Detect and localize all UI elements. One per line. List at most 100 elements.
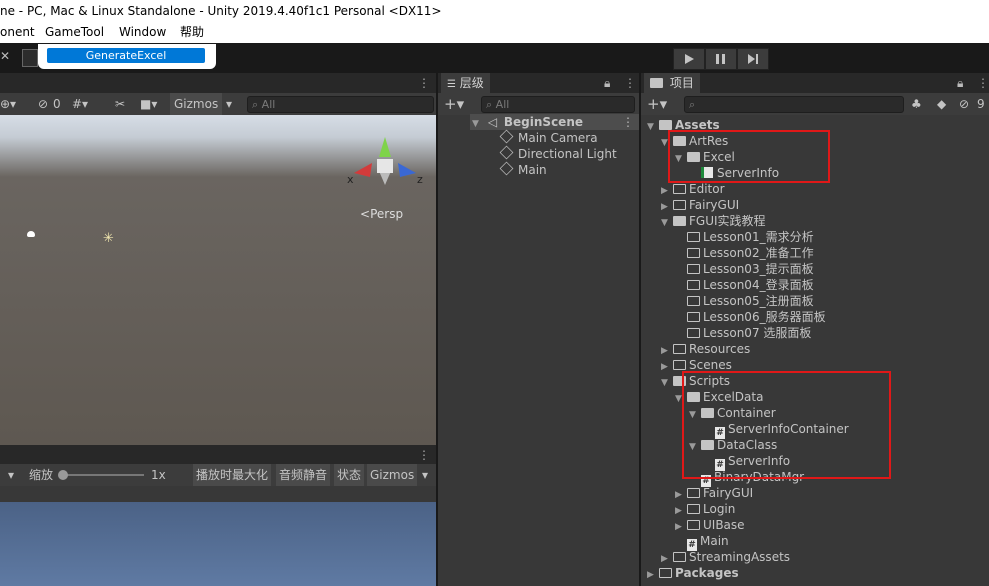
panel-menu-icon[interactable]: ⋮ (418, 445, 430, 465)
camera-icon[interactable]: ■▾ (140, 93, 157, 115)
list-icon: ☰ (447, 79, 456, 90)
gizmos-dropdown[interactable]: Gizmos (170, 93, 223, 115)
folder-icon (687, 488, 700, 498)
project-tree-item[interactable]: Lesson01_需求分析 (675, 229, 814, 245)
hierarchy-item-label: Main (518, 163, 547, 177)
project-tree-item[interactable]: Lesson06_服务器面板 (675, 309, 826, 325)
folder-icon (659, 120, 672, 130)
game-tab-bar: ⋮ (0, 445, 436, 465)
tab-hierarchy[interactable]: ☰ 层级 (441, 73, 490, 93)
project-tree-item[interactable]: Lesson03_提示面板 (675, 261, 814, 277)
scene-search-input[interactable]: ⌕ All (247, 96, 434, 113)
menu-item-window[interactable]: Window (119, 22, 166, 43)
folder-icon (687, 328, 700, 338)
mute-audio-toggle[interactable]: 音频静音 (276, 464, 331, 486)
scene-viewport[interactable]: x z <Persp ✳ (0, 115, 436, 445)
window-title-bar: ne - PC, Mac & Linux Standalone - Unity … (0, 0, 989, 22)
hierarchy-search-input[interactable]: ⌕ All (481, 96, 635, 113)
light-gizmo-icon[interactable]: ✳ (103, 231, 114, 246)
project-tree-item[interactable]: ▶ Editor (661, 181, 725, 197)
tools-icon[interactable]: ✂ (115, 93, 125, 115)
hierarchy-panel: ☰ 层级 🔒︎ ⋮ +▾ ⌕ All ▼ ◁ BeginScene ⋮ Main… (438, 73, 639, 586)
menu-item-component[interactable]: onent (0, 22, 35, 43)
folder-icon (673, 200, 686, 210)
axis-gizmo[interactable] (340, 133, 430, 203)
hierarchy-item-label: Main Camera (518, 131, 598, 145)
annotation-box (668, 130, 830, 183)
hierarchy-tab-bar: ☰ 层级 🔒︎ ⋮ (438, 73, 639, 93)
project-tree-item[interactable]: ▶ FairyGUI (661, 197, 739, 213)
hierarchy-item[interactable]: Directional Light (499, 145, 617, 162)
generate-excel-menu-item[interactable]: GenerateExcel (47, 48, 205, 63)
transform-tool-icon[interactable]: ✕ (0, 49, 10, 67)
project-search-input[interactable]: ⌕ (684, 96, 904, 113)
game-gizmos-dropdown[interactable]: Gizmos (367, 464, 418, 486)
play-button[interactable] (673, 48, 705, 70)
lock-icon[interactable]: 🔒︎ (957, 73, 963, 93)
tab-project[interactable]: 项目 (644, 73, 700, 93)
scene-menu-icon[interactable]: ⋮ (622, 114, 634, 130)
project-tree-label: Lesson01_需求分析 (703, 230, 814, 244)
project-tree-item[interactable]: Lesson07 选服面板 (675, 325, 811, 341)
project-tree-item[interactable]: Lesson04_登录面板 (675, 277, 814, 293)
chevron-right-icon[interactable]: ▶ (647, 567, 659, 583)
create-button[interactable]: +▾ (444, 93, 464, 115)
step-button[interactable] (737, 48, 769, 70)
axis-z-label: z (417, 173, 423, 186)
project-tree-item[interactable]: Lesson02_准备工作 (675, 245, 814, 261)
search-by-type-icon[interactable]: ♣ (911, 93, 922, 115)
scene-panel: ⋮ ⊕▾ ⊘ 0 #▾ ✂ ■▾ Gizmos ▾ ⌕ All x z <Per… (0, 73, 436, 445)
step-icon (748, 54, 758, 64)
grid-icon[interactable]: #▾ (72, 93, 88, 115)
hidden-objects-icon[interactable]: ⊘ (38, 93, 48, 115)
project-tree-label: StreamingAssets (689, 550, 791, 564)
menu-item-gametool[interactable]: GameTool (45, 22, 104, 43)
perspective-toggle[interactable]: <Persp (360, 207, 403, 221)
pause-button[interactable] (705, 48, 737, 70)
project-tree-label: Lesson03_提示面板 (703, 262, 814, 276)
chevron-down-icon[interactable]: ▼ (472, 116, 484, 132)
project-tree-item[interactable]: ▶ Packages (647, 565, 739, 581)
scale-slider-thumb[interactable] (58, 470, 68, 480)
create-asset-button[interactable]: +▾ (647, 93, 667, 115)
project-tree-item[interactable]: ▶ FairyGUI (675, 485, 753, 501)
project-tree-label: Lesson04_登录面板 (703, 278, 814, 292)
scene-tab-bar: ⋮ (0, 73, 436, 93)
scale-value: 1x (151, 468, 166, 482)
chevron-down-icon[interactable]: ▼ (661, 375, 673, 391)
folder-icon (687, 504, 700, 514)
project-tree-item[interactable]: # Main (675, 533, 729, 551)
gizmos-chevron-icon[interactable]: ▾ (226, 93, 232, 115)
display-chevron-icon[interactable]: ▾ (8, 464, 14, 486)
search-icon: ⌕ (486, 98, 493, 111)
search-by-label-icon[interactable]: ◆ (937, 93, 946, 115)
layers-icon[interactable]: ⊕▾ (0, 93, 16, 115)
project-tree-label: Login (703, 502, 736, 516)
panel-menu-icon[interactable]: ⋮ (977, 73, 989, 93)
project-tree-item[interactable]: ▶ StreamingAssets (661, 549, 790, 565)
project-tree-item[interactable]: ▶ Resources (661, 341, 750, 357)
hidden-packages-icon[interactable]: ⊘ (959, 93, 969, 115)
stats-toggle[interactable]: 状态 (334, 464, 365, 486)
game-viewport[interactable] (0, 502, 436, 586)
project-tree-item[interactable]: ▶ UIBase (675, 517, 745, 533)
scene-name: BeginScene (503, 115, 583, 129)
panel-menu-icon[interactable]: ⋮ (624, 73, 636, 93)
chevron-down-icon[interactable]: ▼ (661, 215, 673, 231)
project-tree-item[interactable]: ▶ Login (675, 501, 735, 517)
project-tree-label: Editor (689, 182, 725, 196)
project-tree-item[interactable]: Lesson05_注册面板 (675, 293, 814, 309)
gametool-dropdown: GenerateExcel (38, 44, 216, 69)
scale-slider-track[interactable] (60, 474, 144, 476)
hierarchy-item[interactable]: Main Camera (499, 129, 598, 146)
lock-icon[interactable]: 🔒︎ (604, 73, 610, 93)
gizmos-chevron-icon[interactable]: ▾ (422, 464, 428, 486)
menu-item-help[interactable]: 帮助 (180, 22, 204, 43)
hierarchy-item[interactable]: Main (499, 161, 547, 178)
tool-handle-button[interactable] (22, 49, 38, 67)
project-tree-item[interactable]: ▼ FGUI实践教程 (661, 213, 766, 229)
maximize-on-play-toggle[interactable]: 播放时最大化 (193, 464, 272, 486)
chevron-down-icon[interactable]: ▼ (647, 119, 659, 135)
panel-menu-icon[interactable]: ⋮ (418, 73, 430, 93)
camera-gizmo-icon[interactable] (27, 231, 35, 237)
